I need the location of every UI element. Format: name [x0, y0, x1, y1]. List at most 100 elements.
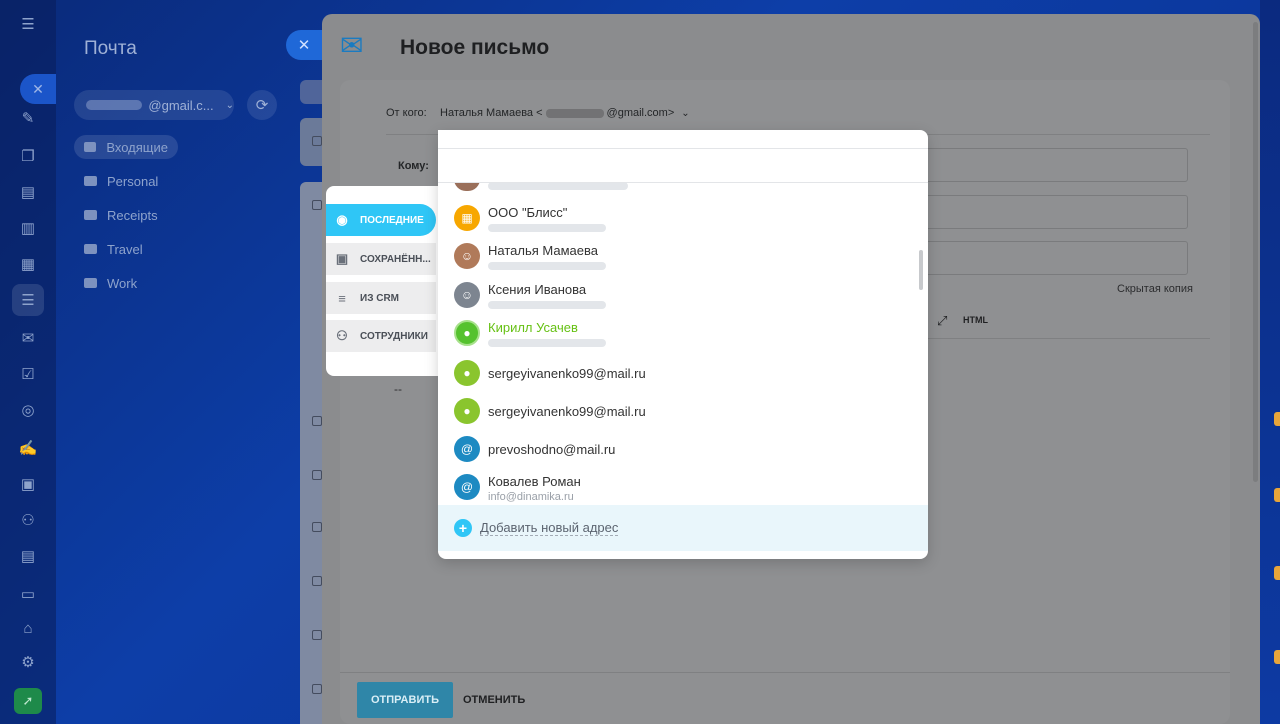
- send-button[interactable]: ОТПРАВИТЬ: [357, 682, 453, 718]
- row-checkbox[interactable]: [312, 522, 322, 532]
- list-item[interactable]: @ Ковалев Роман info@dinamika.ru: [454, 474, 904, 505]
- tab-label: СОХРАНЁНН...: [360, 253, 431, 265]
- folder-icon: [84, 278, 97, 288]
- folder-work[interactable]: Work: [74, 271, 147, 295]
- rocket-icon[interactable]: ➚: [14, 688, 42, 714]
- reports-icon[interactable]: ▤: [12, 540, 44, 572]
- list-item[interactable]: ● Кирилл Усачев: [454, 320, 904, 356]
- folder-label: Receipts: [107, 207, 158, 223]
- row-checkbox[interactable]: [312, 470, 322, 480]
- slider-scrollbar[interactable]: [1253, 22, 1258, 482]
- subject-field[interactable]: [900, 241, 1188, 275]
- close-slider-button[interactable]: ✕: [286, 30, 322, 60]
- contact-name: Ксения Иванова: [488, 282, 587, 297]
- tab-saved[interactable]: ▣ СОХРАНЁНН...: [326, 243, 436, 275]
- mail-icon[interactable]: ✉: [12, 322, 44, 354]
- html-toggle[interactable]: HTML: [963, 315, 988, 325]
- folder-inbox[interactable]: Входящие: [74, 135, 178, 159]
- notification-marker[interactable]: [1274, 488, 1280, 502]
- notification-marker[interactable]: [1274, 566, 1280, 580]
- groups-icon[interactable]: ▤: [12, 176, 44, 208]
- employees-rail-icon[interactable]: ⚇: [12, 504, 44, 536]
- folder-icon: [84, 244, 97, 254]
- mail-title: Почта: [84, 38, 137, 59]
- cc-field[interactable]: [900, 195, 1188, 229]
- terminal-icon[interactable]: ▭: [12, 578, 44, 610]
- crm-icon[interactable]: ☰: [12, 284, 44, 316]
- contact-name: prevoshodno@mail.ru: [488, 442, 616, 457]
- expand-icon[interactable]: ⤢: [937, 313, 947, 329]
- folder-label: Work: [107, 275, 138, 291]
- folder-label: Personal: [107, 173, 159, 189]
- sites-icon[interactable]: ⌂: [12, 612, 44, 644]
- tasks-icon[interactable]: ☑: [12, 358, 44, 390]
- contact-name: Кирилл Усачев: [488, 320, 578, 335]
- list-item[interactable]: ● sergeyivanenko99@mail.ru: [454, 398, 904, 434]
- company-icon: ▦: [454, 205, 480, 231]
- envelope-icon: [84, 142, 97, 152]
- contact-sub-blurred: [488, 224, 606, 232]
- contact-name: ООО "Блисс": [488, 205, 568, 220]
- popup-scrollbar[interactable]: [919, 250, 923, 290]
- sign-icon[interactable]: ✍: [12, 432, 44, 464]
- tab-recent[interactable]: ◉ ПОСЛЕДНИЕ: [326, 204, 436, 236]
- contact-center-icon[interactable]: ▣: [12, 468, 44, 500]
- plus-icon: +: [454, 519, 472, 537]
- tab-label: ИЗ CRM: [360, 292, 400, 304]
- folder-label: Travel: [107, 241, 143, 257]
- avatar: [454, 183, 480, 191]
- notification-marker[interactable]: [1274, 650, 1280, 664]
- calendar-icon[interactable]: ▦: [12, 248, 44, 280]
- add-address-button[interactable]: + Добавить новый адрес: [438, 505, 928, 551]
- folder-personal[interactable]: Personal: [74, 169, 168, 193]
- folder-icon: [84, 176, 97, 186]
- chat-icon[interactable]: ❐: [12, 140, 44, 172]
- tab-crm[interactable]: ≡ ИЗ CRM: [326, 282, 436, 314]
- target-icon[interactable]: ◎: [12, 394, 44, 426]
- notification-marker[interactable]: [1274, 412, 1280, 426]
- bcc-link[interactable]: Скрытая копия: [1117, 283, 1193, 295]
- row-checkbox[interactable]: [312, 576, 322, 586]
- account-select[interactable]: @gmail.c... ⌄: [74, 90, 234, 120]
- close-icon: ✕: [297, 37, 311, 54]
- row-checkbox[interactable]: [312, 630, 322, 640]
- list-item[interactable]: ▦ ООО "Блисс": [454, 205, 904, 241]
- to-label: Кому:: [398, 160, 429, 172]
- cancel-button[interactable]: ОТМЕНИТЬ: [463, 682, 525, 718]
- tab-employees[interactable]: ⚇ СОТРУДНИКИ: [326, 320, 436, 352]
- at-icon: @: [454, 474, 480, 500]
- list-tab[interactable]: [300, 80, 324, 104]
- folder-travel[interactable]: Travel: [74, 237, 153, 261]
- right-panel-strip: [1260, 0, 1280, 724]
- to-field[interactable]: [900, 148, 1188, 182]
- documents-icon[interactable]: ▥: [12, 212, 44, 244]
- user-icon: ●: [454, 398, 480, 424]
- at-icon: @: [454, 436, 480, 462]
- row-checkbox[interactable]: [312, 200, 322, 210]
- folder-receipts[interactable]: Receipts: [74, 203, 168, 227]
- from-select[interactable]: Наталья Мамаева < @gmail.com> ⌄: [440, 107, 690, 119]
- employees-icon: ⚇: [336, 328, 348, 343]
- contact-name: sergeyivanenko99@mail.ru: [488, 366, 646, 381]
- row-checkbox[interactable]: [312, 416, 322, 426]
- menu-icon[interactable]: ☰: [12, 8, 44, 40]
- search-list-icon: ◉: [336, 212, 348, 227]
- avatar: ☺: [454, 282, 480, 308]
- close-icon[interactable]: ✕: [20, 74, 56, 104]
- feed-icon[interactable]: ✎: [12, 102, 44, 134]
- chevron-down-icon: ⌄: [681, 107, 690, 119]
- contact-name: Ковалев Роман: [488, 474, 581, 489]
- contact-list[interactable]: ▦ ООО "Блисс" ☺ Наталья Мамаева ☺ Ксения…: [438, 183, 928, 505]
- from-email-suffix: @gmail.com>: [606, 107, 675, 119]
- contact-name: Наталья Мамаева: [488, 243, 598, 258]
- list-item[interactable]: ● sergeyivanenko99@mail.ru: [454, 360, 904, 396]
- row-checkbox[interactable]: [312, 684, 322, 694]
- row-checkbox[interactable]: [312, 136, 322, 146]
- message-body[interactable]: --: [394, 382, 402, 396]
- refresh-button[interactable]: ⟳: [247, 90, 277, 120]
- list-item[interactable]: ☺ Наталья Мамаева: [454, 243, 904, 279]
- list-item[interactable]: @ prevoshodno@mail.ru: [454, 436, 904, 472]
- settings-icon[interactable]: ⚙: [12, 646, 44, 678]
- list-item[interactable]: ☺ Ксения Иванова: [454, 282, 904, 318]
- message-list-panel: [300, 182, 324, 724]
